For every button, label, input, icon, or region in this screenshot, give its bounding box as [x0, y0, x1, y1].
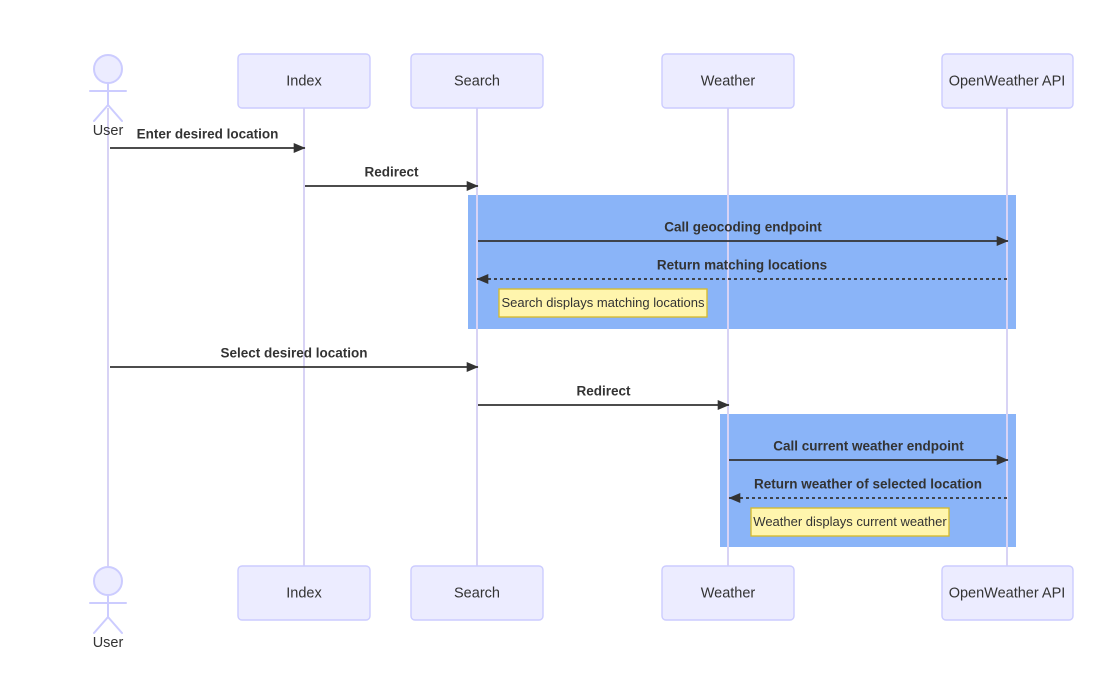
participant-api-bottom[interactable]: OpenWeather API	[941, 565, 1074, 621]
sequence-diagram-svg: User User Index Index Search Search Weather Wea…	[89, 53, 1074, 651]
participant-label: Search	[454, 585, 500, 601]
actor-user-bottom[interactable]: User	[89, 566, 127, 651]
note-label: Weather displays current weather	[753, 514, 947, 529]
participant-weather-top[interactable]: Weather	[661, 53, 795, 109]
actor-head-icon	[93, 54, 123, 84]
message-label: Select desired location	[220, 346, 367, 361]
actor-user-top[interactable]: User	[89, 54, 127, 139]
message-label: Call current weather endpoint	[773, 439, 964, 454]
actor-label: User	[93, 635, 124, 651]
note-label: Search displays matching locations	[501, 295, 705, 310]
participant-label: Index	[286, 73, 322, 89]
highlight-block-layer	[468, 195, 1016, 547]
participant-label: Weather	[701, 73, 756, 89]
note-weather: Weather displays current weather	[750, 507, 950, 537]
actor-label: User	[93, 123, 124, 139]
message-m2: Redirect	[305, 165, 479, 191]
actor-body-icon	[89, 594, 127, 634]
message-m5: Select desired location	[110, 346, 479, 372]
participant-weather-bottom[interactable]: Weather	[661, 565, 795, 621]
message-m6: Redirect	[478, 384, 730, 410]
participant-index-bottom[interactable]: Index	[237, 565, 371, 621]
participant-search-bottom[interactable]: Search	[410, 565, 544, 621]
participant-label: OpenWeather API	[949, 73, 1066, 89]
message-label: Return weather of selected location	[754, 477, 982, 492]
message-m1: Enter desired location	[110, 127, 306, 153]
message-label: Enter desired location	[137, 127, 279, 142]
participant-label: OpenWeather API	[949, 585, 1066, 601]
participant-index-top[interactable]: Index	[237, 53, 371, 109]
participant-search-top[interactable]: Search	[410, 53, 544, 109]
message-label: Redirect	[364, 165, 419, 180]
message-label: Return matching locations	[657, 258, 827, 273]
note-search: Search displays matching locations	[498, 288, 708, 318]
message-label: Redirect	[576, 384, 631, 399]
participant-label: Weather	[701, 585, 756, 601]
message-label: Call geocoding endpoint	[664, 220, 822, 235]
participant-api-top[interactable]: OpenWeather API	[941, 53, 1074, 109]
sequence-diagram-canvas: User User Index Index Search Search Weather Wea…	[0, 0, 1116, 675]
actor-head-icon	[93, 566, 123, 596]
participant-label: Search	[454, 73, 500, 89]
participant-label: Index	[286, 585, 322, 601]
